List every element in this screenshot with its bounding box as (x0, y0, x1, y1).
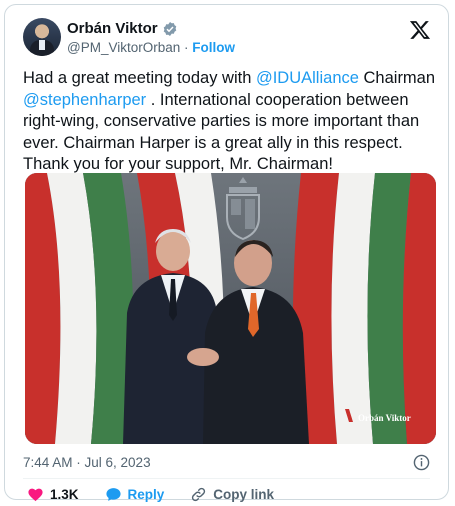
tweet-text-part: Had a great meeting today with (23, 69, 256, 87)
author-name[interactable]: Orbán Viktor (67, 20, 158, 37)
reply-button[interactable]: Reply (105, 486, 165, 503)
heart-icon (28, 488, 43, 502)
author-handle-row: @PM_ViktorOrban · Follow (67, 40, 235, 55)
divider (23, 478, 430, 479)
avatar-shirt (39, 40, 45, 50)
info-icon[interactable] (413, 454, 430, 471)
like-count: 1.3K (50, 487, 79, 502)
mention-iduallliance[interactable]: @IDUAlliance (256, 69, 359, 87)
like-button[interactable]: 1.3K (27, 486, 79, 503)
copy-link-label: Copy link (213, 487, 275, 502)
handle-separator: · (184, 40, 189, 55)
meeting-photo-illustration: Orbán Viktor (25, 173, 436, 444)
verified-badge-icon (163, 21, 176, 36)
x-logo-icon[interactable] (409, 19, 431, 41)
author-name-row: Orbán Viktor (67, 20, 178, 37)
follow-button[interactable]: Follow (192, 40, 235, 55)
photo-watermark: Orbán Viktor (358, 413, 411, 423)
tweet-timestamp[interactable]: 7:44 AM · Jul 6, 2023 (23, 455, 151, 470)
copy-link-button[interactable]: Copy link (190, 486, 274, 503)
link-icon (192, 487, 206, 502)
tweet-photo[interactable]: Orbán Viktor (25, 173, 436, 444)
reply-bubble-icon (105, 488, 121, 501)
tweet-card: Orbán Viktor @PM_ViktorOrban · Follow Ha… (4, 4, 449, 503)
mention-stephenharper[interactable]: @stephenharper (23, 91, 146, 109)
tweet-text: Had a great meeting today with @IDUAllia… (23, 68, 438, 176)
action-bar: 1.3K Reply Copy link (27, 486, 300, 503)
reply-label: Reply (127, 487, 165, 502)
author-handle[interactable]: @PM_ViktorOrban (67, 40, 180, 55)
avatar[interactable] (23, 18, 61, 56)
tweet-text-part: Chairman (358, 69, 436, 87)
